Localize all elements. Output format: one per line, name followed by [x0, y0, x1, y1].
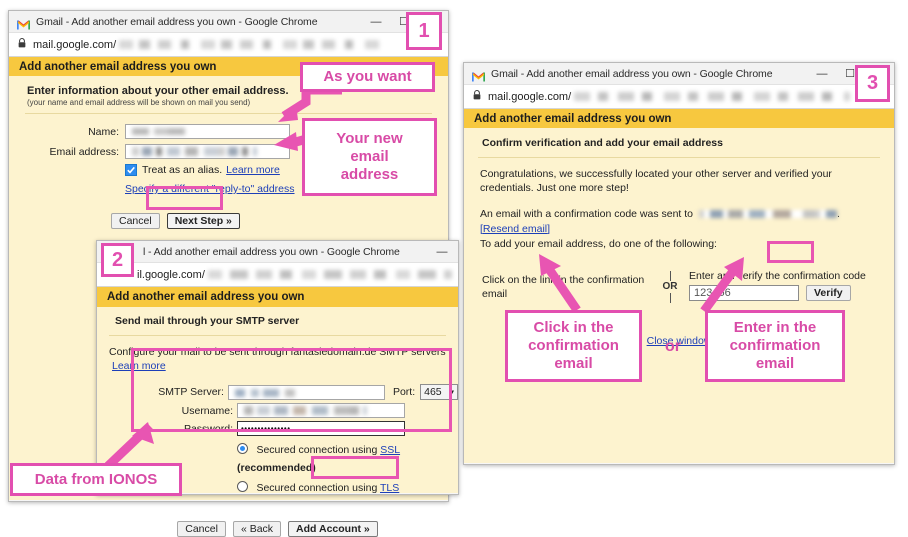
minimize-button[interactable]: — [428, 241, 456, 262]
win1-button-row: Cancel Next Step » [111, 213, 448, 229]
callout-line: email [755, 354, 795, 372]
callout-your-new-email-address: Your new email address [302, 118, 437, 196]
learn-more-link[interactable]: Learn more [226, 164, 280, 176]
address-bar[interactable]: mail.google.com/ [9, 33, 448, 57]
window-controls[interactable]: — [428, 241, 456, 262]
step-badge-1: 1 [406, 12, 442, 50]
divider [25, 113, 432, 114]
alias-checkbox[interactable] [125, 164, 137, 176]
highlight-add-account-button [311, 456, 399, 479]
window-title: Gmail - Add another email address you ow… [491, 67, 773, 80]
tls-link[interactable]: TLS [380, 482, 399, 494]
url-text: mail.google.com/ [33, 38, 117, 51]
email-address-label: Email address: [49, 145, 119, 158]
page-banner: Add another email address you own [464, 109, 894, 128]
banner-title: Add another email address you own [474, 112, 672, 125]
ssl-label-pre: Secured connection using [256, 444, 381, 457]
tls-label-pre: Secured connection using [256, 482, 381, 495]
arrow-enter-confirmation [700, 257, 744, 313]
gmail-icon [17, 17, 30, 29]
confirmation-sent-text: An email with a confirmation code was se… [480, 208, 694, 221]
highlight-smtp-credentials [131, 348, 452, 432]
ssl-radio[interactable] [237, 443, 248, 455]
or-divider-label: OR [662, 280, 678, 292]
step-badge-3: 3 [855, 65, 890, 102]
arrow-click-confirmation [539, 254, 581, 313]
redacted-recipient-email [698, 210, 837, 219]
next-step-button[interactable]: Next Step » [166, 213, 240, 229]
or-divider-line-top [669, 270, 671, 281]
minimize-button[interactable]: — [362, 11, 390, 32]
callout-line: Your new [336, 130, 403, 148]
callout-enter-in-confirmation-email: Enter in the confirmation email [705, 310, 845, 382]
lock-icon [18, 38, 26, 51]
callout-line: confirmation [729, 337, 821, 355]
callout-line: address [340, 165, 399, 183]
alias-label: Treat as an alias. [142, 164, 223, 176]
url-text: mail.google.com/ [488, 90, 572, 103]
tls-radio[interactable] [237, 481, 248, 493]
redacted-url-remainder [574, 92, 851, 101]
section-subnote: (your name and email address will be sho… [27, 98, 251, 107]
callout-line: Enter in the [733, 319, 817, 337]
verify-button[interactable]: Verify [806, 284, 851, 301]
redacted-url-remainder [119, 40, 386, 49]
minimize-button[interactable]: — [808, 63, 836, 84]
or-divider: OR [659, 270, 681, 304]
window-titlebar: Gmail - Add another email address you ow… [9, 11, 448, 33]
win2-button-row: Cancel « Back Add Account » [97, 521, 458, 537]
banner-title: Add another email address you own [107, 291, 305, 303]
cancel-button[interactable]: Cancel [177, 521, 226, 537]
redacted-email-value [132, 147, 257, 156]
lock-icon [473, 90, 481, 103]
address-bar[interactable]: il.google.com/ [97, 263, 458, 287]
ssl-link[interactable]: SSL [380, 444, 400, 456]
window-title: l - Add another email address you own - … [143, 245, 400, 258]
highlight-next-step-button [146, 186, 223, 210]
section-heading: Send mail through your SMTP server [115, 315, 300, 327]
ssl-label-post: (recommended) [237, 462, 316, 475]
callout-as-you-want: As you want [300, 62, 435, 92]
window-titlebar: Gmail - Add another email address you ow… [464, 63, 894, 85]
do-one-of-following-text: To add your email address, do one of the… [480, 237, 717, 250]
back-button[interactable]: « Back [232, 521, 282, 537]
divider [478, 157, 880, 158]
or-between-callouts: or [665, 338, 681, 355]
window-titlebar: l - Add another email address you own - … [97, 241, 458, 263]
callout-line: Click in the [533, 319, 614, 337]
redacted-url-remainder [207, 270, 452, 279]
redacted-name-value [132, 128, 188, 135]
callout-click-in-confirmation-email: Click in the confirmation email [505, 310, 642, 382]
divider [109, 335, 446, 336]
gmail-icon [472, 69, 485, 81]
highlight-verify-button [767, 241, 814, 263]
callout-line: email [350, 148, 389, 166]
name-label: Name: [88, 125, 119, 138]
screenshot-canvas: Gmail - Add another email address you ow… [0, 0, 908, 537]
address-bar[interactable]: mail.google.com/ [464, 85, 894, 109]
callout-line: email [554, 354, 593, 372]
congrats-paragraph: Congratulations, we successfully located… [480, 168, 832, 195]
callout-line: confirmation [528, 337, 619, 355]
or-divider-line-bottom [669, 293, 671, 304]
section-heading: Confirm verification and add your email … [482, 137, 723, 149]
period: . [836, 208, 840, 221]
name-input[interactable] [125, 124, 290, 139]
page-banner: Add another email address you own [97, 287, 458, 307]
resend-email-link[interactable]: [Resend email] [480, 223, 550, 235]
email-address-input[interactable] [125, 144, 290, 159]
callout-data-from-ionos: Data from IONOS [10, 463, 182, 496]
window-title: Gmail - Add another email address you ow… [36, 15, 318, 28]
confirmation-sent-row: An email with a confirmation code was se… [464, 195, 894, 235]
step-badge-2: 2 [101, 243, 134, 277]
cancel-button[interactable]: Cancel [111, 213, 160, 229]
add-account-button[interactable]: Add Account » [288, 521, 378, 537]
tls-radio-row: Secured connection using TLS [237, 478, 458, 496]
banner-title: Add another email address you own [19, 60, 217, 73]
